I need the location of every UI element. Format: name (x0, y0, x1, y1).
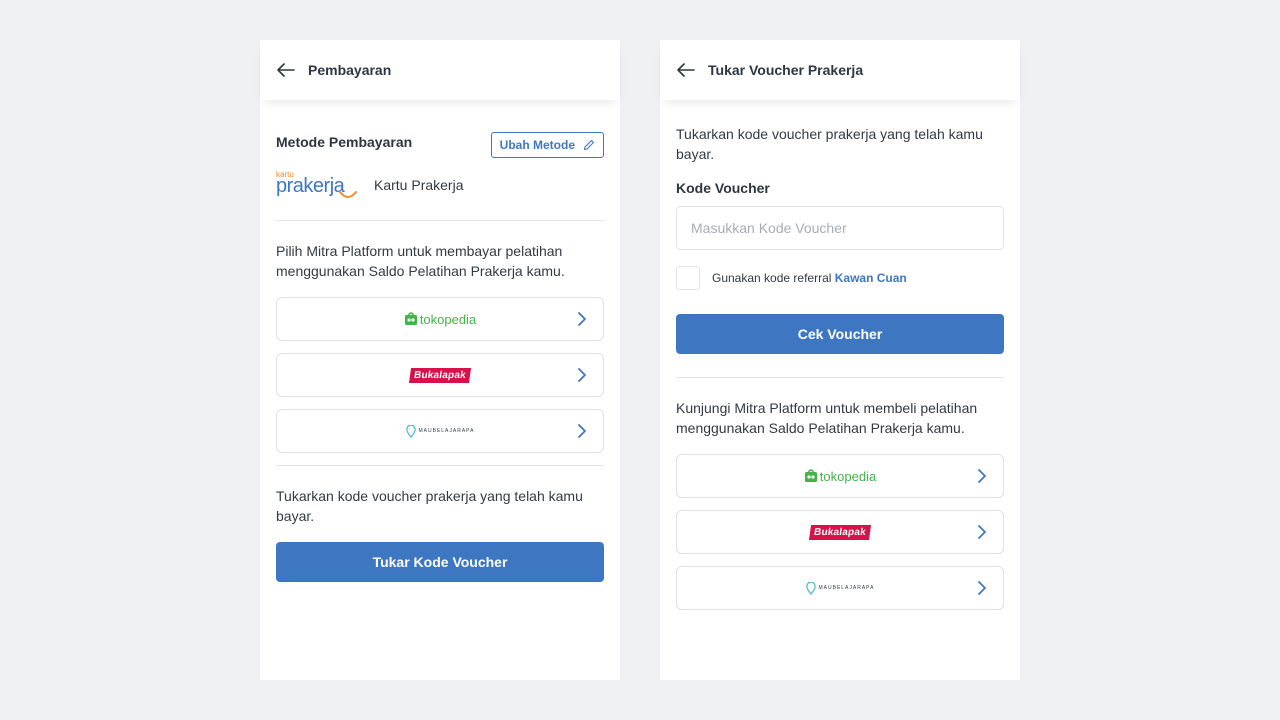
chevron-right-icon (978, 525, 986, 539)
tokopedia-logo: tokopedia (404, 312, 476, 327)
tokopedia-logo: tokopedia (804, 469, 876, 484)
prakerja-logo: kartu prakerja (276, 170, 360, 200)
partner-tokopedia[interactable]: tokopedia (276, 297, 604, 341)
bukalapak-logo: Bukalapak (809, 524, 871, 540)
back-arrow-icon[interactable] (676, 60, 696, 80)
payment-panel: Pembayaran Metode Pembayaran Ubah Metode… (260, 40, 620, 680)
bukalapak-logo: Bukalapak (409, 367, 471, 383)
platform-instruction: Pilih Mitra Platform untuk membayar pela… (276, 243, 565, 279)
back-arrow-icon[interactable] (276, 60, 296, 80)
partner-maubelajarapa[interactable]: MAUBELAJARAPA (276, 409, 604, 453)
maubelajarapa-logo: MAUBELAJARAPA (405, 424, 475, 438)
payment-header: Pembayaran (260, 40, 620, 100)
referral-label: Gunakan kode referral Kawan Cuan (712, 271, 907, 285)
change-method-button[interactable]: Ubah Metode (490, 132, 604, 158)
voucher-code-label: Kode Voucher (676, 180, 770, 196)
page-title: Pembayaran (308, 62, 392, 78)
chevron-right-icon (578, 424, 586, 438)
divider (276, 465, 604, 466)
voucher-instruction: Tukarkan kode voucher prakerja yang tela… (276, 488, 583, 524)
referral-checkbox[interactable] (676, 266, 700, 290)
partner-bukalapak[interactable]: Bukalapak (676, 510, 1004, 554)
payment-method-title: Metode Pembayaran (276, 134, 413, 150)
chevron-right-icon (978, 581, 986, 595)
voucher-code-input[interactable] (676, 206, 1004, 250)
chevron-right-icon (578, 368, 586, 382)
pencil-icon (583, 139, 595, 151)
payment-method-name: Kartu Prakerja (374, 177, 464, 193)
partner-maubelajarapa[interactable]: MAUBELAJARAPA (676, 566, 1004, 610)
maubelajarapa-logo: MAUBELAJARAPA (805, 581, 875, 595)
voucher-header: Tukar Voucher Prakerja (660, 40, 1020, 100)
partner-tokopedia[interactable]: tokopedia (676, 454, 1004, 498)
chevron-right-icon (978, 469, 986, 483)
divider (676, 377, 1004, 378)
check-voucher-button[interactable]: Cek Voucher (676, 314, 1004, 354)
chevron-right-icon (578, 312, 586, 326)
divider (276, 220, 604, 221)
redeem-voucher-button[interactable]: Tukar Kode Voucher (276, 542, 604, 582)
voucher-panel: Tukar Voucher Prakerja Tukarkan kode vou… (660, 40, 1020, 680)
page-title: Tukar Voucher Prakerja (708, 62, 864, 78)
voucher-intro: Tukarkan kode voucher prakerja yang tela… (676, 126, 983, 162)
partner-bukalapak[interactable]: Bukalapak (276, 353, 604, 397)
change-method-label: Ubah Metode (499, 138, 575, 152)
kawan-cuan-link[interactable]: Kawan Cuan (835, 271, 907, 285)
platform-instruction: Kunjungi Mitra Platform untuk membeli pe… (676, 400, 978, 436)
